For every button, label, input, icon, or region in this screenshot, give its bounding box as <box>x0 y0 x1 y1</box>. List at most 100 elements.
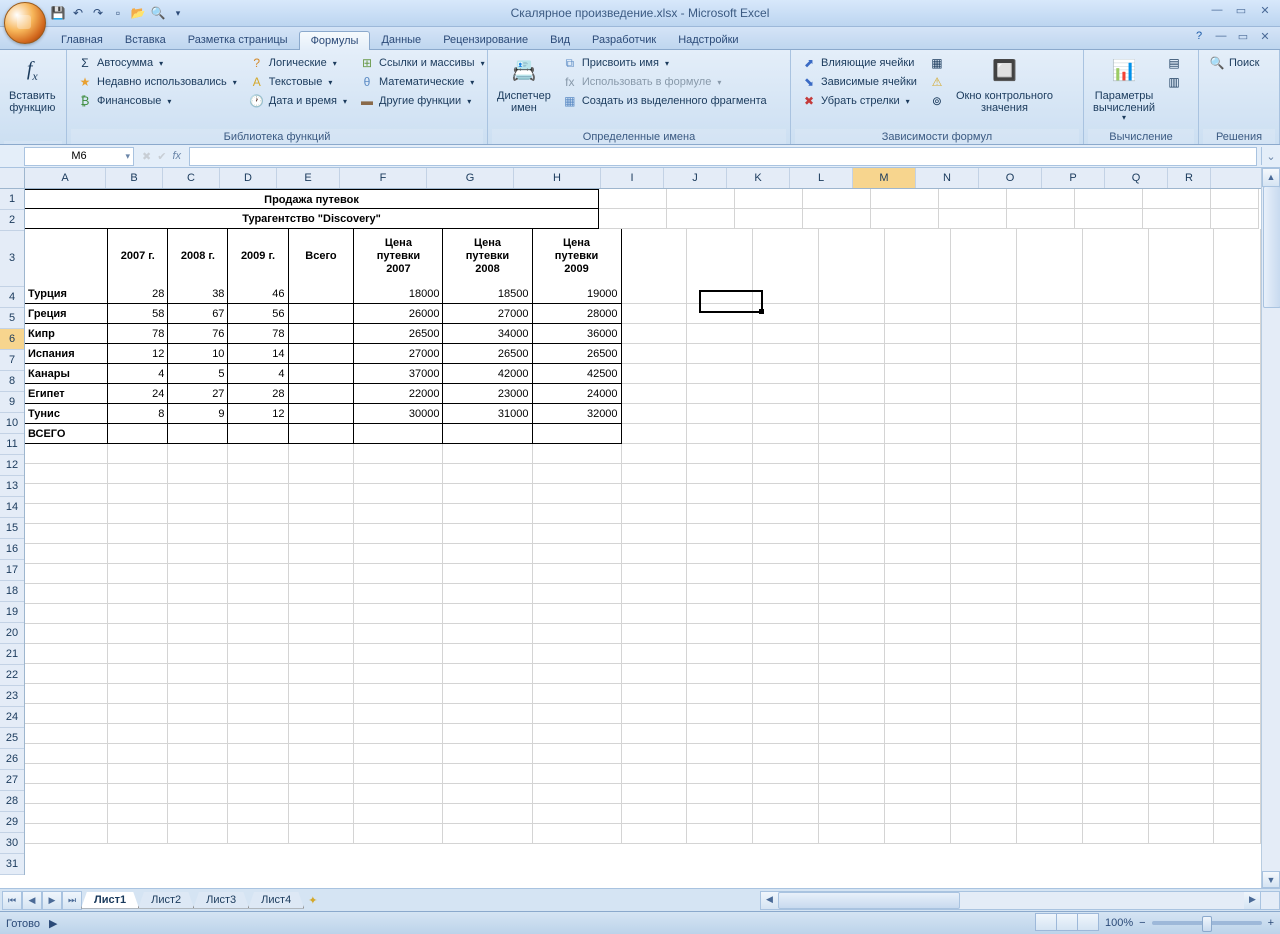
cell-K16[interactable] <box>753 524 819 544</box>
cell-Q25[interactable] <box>1149 704 1215 724</box>
cell-K19[interactable] <box>753 584 819 604</box>
cell-P7[interactable] <box>1083 344 1149 364</box>
cell-K17[interactable] <box>753 544 819 564</box>
cell-A12[interactable] <box>25 444 108 464</box>
cell-I14[interactable] <box>622 484 688 504</box>
cell-N6[interactable] <box>951 324 1017 344</box>
cell-Q2[interactable] <box>1143 209 1211 229</box>
cell-D9[interactable]: 28 <box>228 384 288 404</box>
cell-F19[interactable] <box>354 584 443 604</box>
datetime-button[interactable]: 🕐Дата и время▾ <box>246 92 350 110</box>
cell-C22[interactable] <box>168 644 228 664</box>
cell-D16[interactable] <box>228 524 288 544</box>
row-header-7[interactable]: 7 <box>0 350 24 371</box>
cell-R18[interactable] <box>1214 564 1261 584</box>
cell-M12[interactable] <box>885 444 951 464</box>
cell-H28[interactable] <box>533 764 622 784</box>
cell-B24[interactable] <box>108 684 168 704</box>
cell-G29[interactable] <box>443 784 532 804</box>
trace-dependents-button[interactable]: ⬊Зависимые ячейки <box>798 73 920 91</box>
cell-B10[interactable]: 8 <box>108 404 168 424</box>
col-header-H[interactable]: H <box>514 168 601 188</box>
cell-C17[interactable] <box>168 544 228 564</box>
cell-E5[interactable] <box>289 304 355 324</box>
cell-P3[interactable] <box>1083 229 1149 285</box>
cell-J25[interactable] <box>687 704 753 724</box>
cell-H6[interactable]: 36000 <box>533 324 622 344</box>
cell-A21[interactable] <box>25 624 108 644</box>
row-header-17[interactable]: 17 <box>0 560 24 581</box>
cell-H18[interactable] <box>533 564 622 584</box>
cell-J28[interactable] <box>687 764 753 784</box>
cell-Q23[interactable] <box>1149 664 1215 684</box>
cell-K14[interactable] <box>753 484 819 504</box>
cell-F10[interactable]: 30000 <box>354 404 443 424</box>
help-icon[interactable]: ? <box>1190 29 1208 43</box>
cell-C14[interactable] <box>168 484 228 504</box>
cell-A19[interactable] <box>25 584 108 604</box>
cell-P11[interactable] <box>1083 424 1149 444</box>
cell-A26[interactable] <box>25 724 108 744</box>
cell-A18[interactable] <box>25 564 108 584</box>
cell-H21[interactable] <box>533 624 622 644</box>
cell-Q6[interactable] <box>1149 324 1215 344</box>
cell-B19[interactable] <box>108 584 168 604</box>
cell-F8[interactable]: 37000 <box>354 364 443 384</box>
cell-D19[interactable] <box>228 584 288 604</box>
cell-P25[interactable] <box>1083 704 1149 724</box>
cell-E19[interactable] <box>289 584 355 604</box>
cell-G17[interactable] <box>443 544 532 564</box>
cell-C12[interactable] <box>168 444 228 464</box>
row-header-12[interactable]: 12 <box>0 455 24 476</box>
cell-A31[interactable] <box>25 824 108 844</box>
cell-R24[interactable] <box>1214 684 1261 704</box>
cell-Q16[interactable] <box>1149 524 1215 544</box>
cell-N11[interactable] <box>951 424 1017 444</box>
cell-I26[interactable] <box>622 724 688 744</box>
cell-I19[interactable] <box>622 584 688 604</box>
cell-P29[interactable] <box>1083 784 1149 804</box>
cell-J2[interactable] <box>667 209 735 229</box>
cell-R26[interactable] <box>1214 724 1261 744</box>
cell-F18[interactable] <box>354 564 443 584</box>
cell-N20[interactable] <box>951 604 1017 624</box>
row-header-21[interactable]: 21 <box>0 644 24 665</box>
select-all-corner[interactable] <box>0 168 25 189</box>
cell-Q3[interactable] <box>1149 229 1215 285</box>
cell-P1[interactable] <box>1075 189 1143 209</box>
cell-N10[interactable] <box>951 404 1017 424</box>
cell-K21[interactable] <box>753 624 819 644</box>
row-header-31[interactable]: 31 <box>0 854 24 875</box>
remove-arrows-button[interactable]: ✖Убрать стрелки▾ <box>798 92 920 110</box>
cell-O21[interactable] <box>1017 624 1083 644</box>
cell-F9[interactable]: 22000 <box>354 384 443 404</box>
cell-K1[interactable] <box>735 189 803 209</box>
col-header-I[interactable]: I <box>601 168 664 188</box>
view-buttons[interactable] <box>1036 913 1099 934</box>
cell-J26[interactable] <box>687 724 753 744</box>
row-header-9[interactable]: 9 <box>0 392 24 413</box>
cell-C7[interactable]: 10 <box>168 344 228 364</box>
cell-C3[interactable]: 2008 г. <box>168 229 228 285</box>
cell-D31[interactable] <box>228 824 288 844</box>
cell-P14[interactable] <box>1083 484 1149 504</box>
cell-K31[interactable] <box>753 824 819 844</box>
cell-F11[interactable] <box>354 424 443 444</box>
cell-M1[interactable] <box>871 189 939 209</box>
cell-E22[interactable] <box>289 644 355 664</box>
cell-N27[interactable] <box>951 744 1017 764</box>
col-header-J[interactable]: J <box>664 168 727 188</box>
cell-E9[interactable] <box>289 384 355 404</box>
cell-K18[interactable] <box>753 564 819 584</box>
cell-R27[interactable] <box>1214 744 1261 764</box>
cell-Q31[interactable] <box>1149 824 1215 844</box>
cell-L1[interactable] <box>803 189 871 209</box>
maximize-icon[interactable]: ▭ <box>1232 3 1250 17</box>
cell-O12[interactable] <box>1017 444 1083 464</box>
cell-I24[interactable] <box>622 684 688 704</box>
cell-E7[interactable] <box>289 344 355 364</box>
cell-N30[interactable] <box>951 804 1017 824</box>
cell-P28[interactable] <box>1083 764 1149 784</box>
cell-K22[interactable] <box>753 644 819 664</box>
cell-E26[interactable] <box>289 724 355 744</box>
